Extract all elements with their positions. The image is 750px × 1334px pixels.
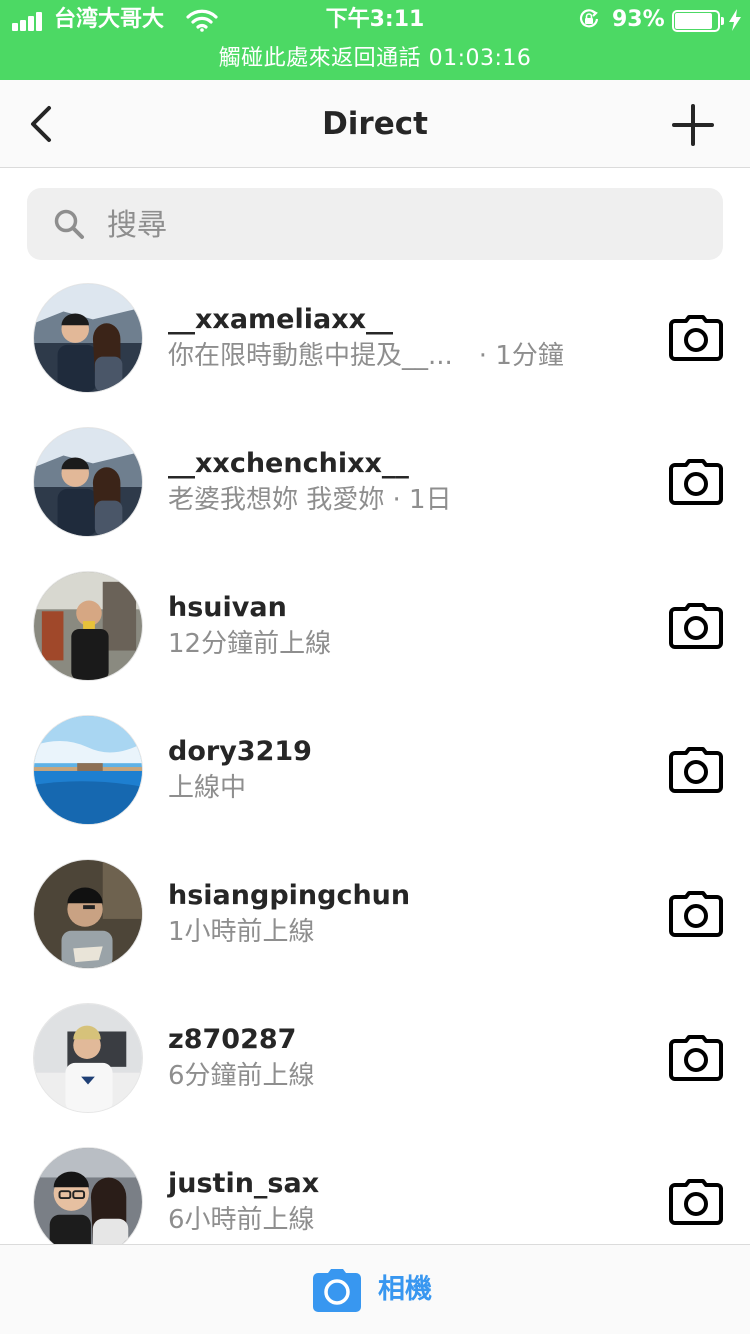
thread-username: __xxchenchixx__ — [168, 448, 409, 479]
thread-subtext: 6分鐘前上線 — [168, 1061, 315, 1091]
search-bar — [27, 188, 723, 262]
avatar[interactable] — [33, 283, 143, 393]
avatar[interactable] — [33, 715, 143, 825]
avatar[interactable] — [33, 571, 143, 681]
page-title: Direct — [322, 106, 428, 142]
thread-subtext: 老婆我想妳 我愛妳 · 1日 — [168, 485, 452, 515]
thread-username: z870287 — [168, 1024, 297, 1055]
avatar[interactable] — [33, 427, 143, 537]
camera-icon[interactable] — [668, 1177, 724, 1227]
camera-icon[interactable] — [668, 745, 724, 795]
bottom-bar: 相機 — [0, 1244, 750, 1334]
thread-subtext: 1小時前上線 — [168, 917, 315, 947]
thread-subtext: 6小時前上線 — [168, 1205, 315, 1235]
thread-list: __xxameliaxx__ 你在限時動態中提及__... · 1分鐘 __xxch… — [0, 268, 750, 1244]
search-icon — [54, 209, 84, 239]
thread-username: __xxameliaxx__ — [168, 304, 394, 335]
thread-username: dory3219 — [168, 736, 312, 767]
thread-username: justin_sax — [168, 1168, 320, 1199]
battery-icon — [672, 10, 724, 32]
thread-row[interactable]: dory3219 上線中 — [0, 700, 750, 844]
thread-row[interactable]: __xxameliaxx__ 你在限時動態中提及__... · 1分鐘 — [0, 268, 750, 412]
thread-username: hsiangpingchun — [168, 880, 411, 911]
avatar[interactable] — [33, 859, 143, 969]
thread-row[interactable]: hsiangpingchun 1小時前上線 — [0, 844, 750, 988]
thread-username: hsuivan — [168, 592, 287, 623]
thread-subtext: 上線中 — [168, 773, 247, 803]
camera-label: 相機 — [378, 1274, 432, 1305]
plus-icon[interactable] — [670, 102, 716, 148]
camera-icon[interactable] — [668, 601, 724, 651]
avatar[interactable] — [33, 1003, 143, 1113]
chevron-left-icon[interactable] — [22, 102, 62, 146]
camera-icon — [313, 1269, 361, 1312]
camera-icon[interactable] — [668, 457, 724, 507]
return-to-call-banner[interactable]: 觸碰此處來返回通話 01:03:16 — [0, 42, 750, 76]
charging-bolt-icon — [729, 9, 741, 31]
thread-subtext: 12分鐘前上線 — [168, 629, 332, 659]
search-input[interactable] — [105, 188, 709, 262]
navigation-bar: Direct — [0, 80, 750, 168]
camera-icon[interactable] — [668, 313, 724, 363]
thread-row[interactable]: hsuivan 12分鐘前上線 — [0, 556, 750, 700]
camera-icon[interactable] — [668, 1033, 724, 1083]
thread-subtext: 你在限時動態中提及__... · 1分鐘 — [168, 341, 564, 371]
camera-icon[interactable] — [668, 889, 724, 939]
battery-percentage: 93% — [612, 7, 665, 32]
thread-row[interactable]: justin_sax 6小時前上線 — [0, 1132, 750, 1244]
thread-row[interactable]: z870287 6分鐘前上線 — [0, 988, 750, 1132]
rotation-lock-icon — [579, 9, 599, 28]
avatar[interactable] — [33, 1147, 143, 1244]
camera-button[interactable]: 相機 — [312, 1267, 442, 1313]
thread-row[interactable]: __xxchenchixx__ 老婆我想妳 我愛妳 · 1日 — [0, 412, 750, 556]
status-bar: 台湾大哥大 下午3:11 93% 觸碰此處來返回通話 01:03:16 — [0, 0, 750, 80]
